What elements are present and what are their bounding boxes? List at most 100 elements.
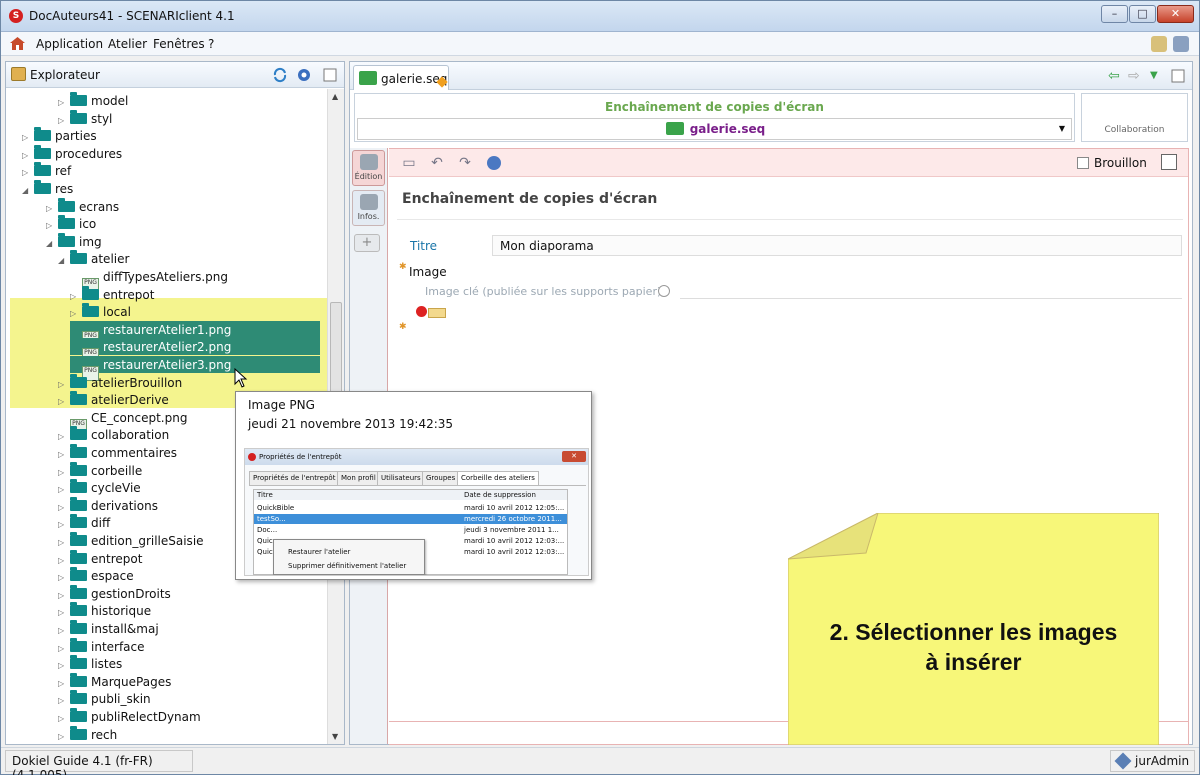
expand-arrow-icon[interactable]: ▷ (46, 217, 56, 234)
tree-item[interactable]: ▷ styl (58, 109, 112, 129)
expand-arrow-icon[interactable]: ▷ (58, 94, 68, 111)
expand-arrow-icon[interactable]: ▷ (22, 129, 32, 146)
tree-item[interactable]: ◢ img (46, 232, 102, 252)
tree-item[interactable]: ▷ entrepot (58, 549, 142, 569)
tree-item[interactable]: ▷ procedures (22, 144, 122, 164)
minimize-button[interactable]: – (1101, 5, 1128, 23)
collapse-arrow-icon[interactable]: ◢ (58, 252, 68, 269)
tree-item[interactable]: ▷ ecrans (46, 197, 119, 217)
chevron-down-icon[interactable]: ▼ (1059, 124, 1065, 133)
tree-item[interactable]: PNG CE_concept.png (58, 410, 187, 434)
expand-arrow-icon[interactable]: ▷ (58, 692, 68, 709)
tree-item[interactable]: ▷ atelierDerive (58, 391, 169, 410)
tree-item[interactable]: ▷ commentaires (58, 444, 177, 463)
scroll-thumb[interactable] (330, 302, 342, 402)
expand-arrow-icon[interactable]: ▷ (22, 147, 32, 164)
add-icon[interactable]: + (354, 234, 380, 252)
tree-item[interactable]: ▷ cycleVie (58, 479, 141, 498)
tree-item[interactable]: ▷ listes (58, 655, 122, 674)
tree-item[interactable]: ▷ rech (58, 725, 117, 744)
options-icon[interactable] (296, 67, 312, 83)
tree-item[interactable]: PNG restaurerAtelier2.png (70, 339, 231, 364)
menu-atelier[interactable]: Atelier (108, 37, 147, 51)
tree-item[interactable]: ▷ corbeille (58, 461, 142, 481)
expand-arrow-icon[interactable]: ▷ (58, 622, 68, 639)
menu-application[interactable]: Application (36, 37, 103, 51)
tree-item[interactable]: ◢ atelier (58, 250, 129, 269)
expand-arrow-icon[interactable]: ▷ (58, 428, 68, 445)
expand-arrow-icon[interactable]: ▷ (58, 376, 68, 393)
expand-arrow-icon[interactable]: ▷ (58, 710, 68, 727)
collapse-arrow-icon[interactable]: ◢ (46, 235, 56, 252)
tree-item[interactable]: ▷ ico (46, 215, 96, 234)
settings-icon[interactable] (1173, 36, 1189, 52)
status-user[interactable]: jurAdmin (1110, 750, 1195, 772)
help-icon[interactable] (487, 156, 501, 170)
tree-item[interactable]: ▷ espace (58, 567, 134, 586)
tree-item[interactable]: PNG diffTypesAteliers.png (70, 269, 228, 293)
tab-galerie[interactable]: galerie.seq (353, 65, 449, 90)
tree-item[interactable]: ▷ publi_skin (58, 690, 151, 709)
document-select[interactable]: galerie.seq ▼ (357, 118, 1072, 140)
expand-arrow-icon[interactable]: ▷ (58, 464, 68, 481)
expand-arrow-icon[interactable]: ▷ (58, 604, 68, 621)
expand-arrow-icon[interactable]: ▷ (58, 516, 68, 533)
expand-arrow-icon[interactable]: ▷ (58, 552, 68, 569)
tree-item[interactable]: ▷ edition_grilleSaisie (58, 532, 204, 551)
tree-item[interactable]: ▷ local (70, 303, 131, 322)
insert-image-icon[interactable] (428, 308, 446, 318)
maximize-form-icon[interactable] (1161, 154, 1177, 170)
expand-arrow-icon[interactable]: ▷ (70, 288, 80, 305)
side-tab-infos[interactable]: Infos. (352, 190, 385, 226)
tree-item[interactable]: ◢ res (22, 180, 73, 199)
home-icon[interactable] (10, 37, 25, 50)
expand-arrow-icon[interactable]: ▷ (70, 305, 80, 322)
tree-item[interactable]: PNG restaurerAtelier1.png (70, 322, 231, 346)
undo-icon[interactable]: ↶ (429, 155, 445, 171)
tree-item[interactable]: ▷ parties (22, 127, 97, 146)
checkbox-icon[interactable] (1077, 157, 1089, 169)
maximize-button[interactable]: □ (1129, 5, 1156, 23)
tree-item[interactable]: ▷ gestionDroits (58, 584, 171, 604)
expand-arrow-icon[interactable]: ▷ (58, 393, 68, 410)
maximize-editor-icon[interactable] (1170, 68, 1186, 84)
maximize-panel-icon[interactable] (322, 67, 338, 83)
scroll-up-icon[interactable]: ▲ (332, 92, 338, 101)
title-field[interactable]: Mon diaporama (492, 235, 1182, 256)
save-icon[interactable]: ▭ (401, 155, 417, 171)
tree-item[interactable]: ▷ publiRelectDynam (58, 708, 201, 727)
expand-arrow-icon[interactable]: ▷ (58, 112, 68, 129)
expand-arrow-icon[interactable]: ▷ (58, 728, 68, 744)
users-icon[interactable] (1151, 36, 1167, 52)
tree-item[interactable]: ▷ install&maj (58, 620, 159, 639)
tree-item[interactable]: ▷ interface (58, 637, 145, 657)
tree-item[interactable]: ▷ atelierBrouillon (58, 373, 182, 393)
tree-item[interactable]: ▷ derivations (58, 496, 158, 516)
tree-item[interactable]: PNG restaurerAtelier3.png (70, 357, 231, 381)
side-tab-edition[interactable]: Édition (352, 150, 385, 186)
tree-item[interactable]: ▷ model (58, 92, 128, 111)
expand-arrow-icon[interactable]: ▷ (22, 164, 32, 181)
expand-arrow-icon[interactable]: ▷ (46, 200, 56, 217)
menu-fenetres[interactable]: Fenêtres (153, 37, 205, 51)
close-button[interactable]: ✕ (1157, 5, 1194, 23)
expand-arrow-icon[interactable]: ▷ (58, 534, 68, 551)
expand-arrow-icon[interactable]: ▷ (58, 499, 68, 516)
tree-item[interactable]: ▷ MarquePages (58, 672, 171, 692)
history-dropdown-icon[interactable]: ▼ (1150, 69, 1158, 83)
menu-help[interactable]: ? (208, 37, 214, 51)
delete-icon[interactable] (416, 306, 427, 317)
expand-arrow-icon[interactable]: ▷ (58, 640, 68, 657)
expand-arrow-icon[interactable]: ▷ (58, 657, 68, 674)
expand-arrow-icon[interactable]: ▷ (58, 481, 68, 498)
tree-item[interactable]: ▷ collaboration (58, 426, 169, 445)
expand-arrow-icon[interactable]: ▷ (58, 446, 68, 463)
expand-arrow-icon[interactable]: ▷ (58, 569, 68, 586)
forward-arrow-icon[interactable]: ⇨ (1128, 69, 1140, 83)
collapse-arrow-icon[interactable]: ◢ (22, 182, 32, 199)
tree-item[interactable]: ▷ ref (22, 162, 71, 181)
redo-icon[interactable]: ↷ (457, 155, 473, 171)
expand-icon[interactable] (658, 285, 670, 297)
expand-arrow-icon[interactable]: ▷ (58, 587, 68, 604)
brouillon-checkbox[interactable]: Brouillon (1077, 156, 1147, 170)
